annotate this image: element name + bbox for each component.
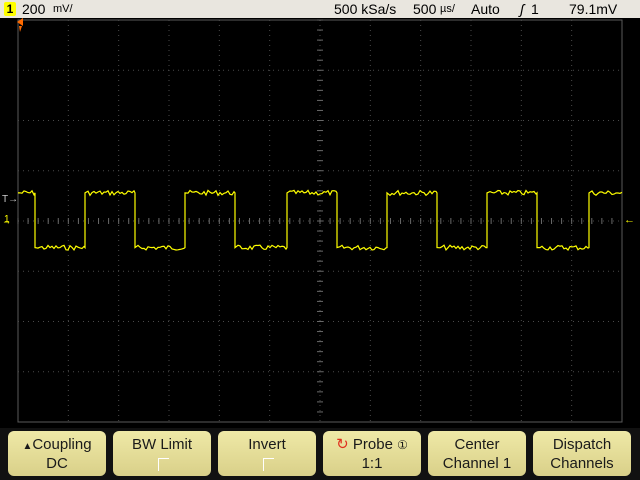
- probe-softkey[interactable]: ↻ Probe ① 1:1: [323, 431, 421, 476]
- vertical-scale-units: mV/: [53, 3, 73, 15]
- triangle-up-icon: ▲: [22, 441, 33, 452]
- invert-label: Invert: [248, 436, 286, 453]
- coupling-value: DC: [46, 455, 68, 472]
- coupling-softkey[interactable]: ▲Coupling DC: [8, 431, 106, 476]
- trigger-position-stem: [19, 26, 22, 32]
- probe-value: 1:1: [361, 455, 383, 472]
- softkey-bar: ▲Coupling DC BW Limit Invert ↻ Probe ① 1…: [0, 428, 640, 480]
- center-label: Center: [454, 436, 500, 453]
- center-softkey[interactable]: Center Channel 1: [428, 431, 526, 476]
- invert-softkey[interactable]: Invert: [218, 431, 316, 476]
- toggle-off-icon: [263, 458, 274, 471]
- circled-1-icon: ①: [397, 438, 408, 452]
- dispatch-label: Dispatch: [552, 436, 612, 453]
- sample-rate: 500 kSa/s: [334, 1, 397, 17]
- trigger-source: 1: [531, 1, 539, 17]
- trigger-level-marker: T→: [2, 194, 18, 205]
- trigger-mode: Auto: [471, 1, 500, 17]
- timebase: 500: [413, 1, 437, 17]
- timebase-units: µs/: [440, 3, 455, 15]
- channel-badge: 1: [4, 2, 16, 16]
- toggle-off-icon: [158, 458, 169, 471]
- probe-label: Probe: [352, 436, 393, 453]
- bw-limit-softkey[interactable]: BW Limit: [113, 431, 211, 476]
- center-value: Channel 1: [442, 455, 512, 472]
- dispatch-value: Channels: [550, 455, 614, 472]
- ground-arrow-icon: →: [2, 216, 11, 226]
- vertical-scale: 200: [22, 1, 46, 17]
- bw-limit-label: BW Limit: [132, 436, 192, 453]
- rising-edge-icon: ʃ: [520, 1, 525, 17]
- dispatch-softkey[interactable]: Dispatch Channels: [533, 431, 631, 476]
- rotate-knob-icon: ↻: [336, 436, 349, 453]
- status-bar: 1 200 mV/ 500 kSa/s 500 µs/ Auto ʃ 1 79.…: [0, 0, 640, 18]
- graticule: [17, 19, 623, 423]
- waveform-display[interactable]: T→ 1 → ←: [0, 18, 640, 428]
- right-level-arrow-icon: ←: [624, 214, 635, 226]
- coupling-label: Coupling: [32, 436, 92, 453]
- trigger-level: 79.1mV: [569, 1, 618, 17]
